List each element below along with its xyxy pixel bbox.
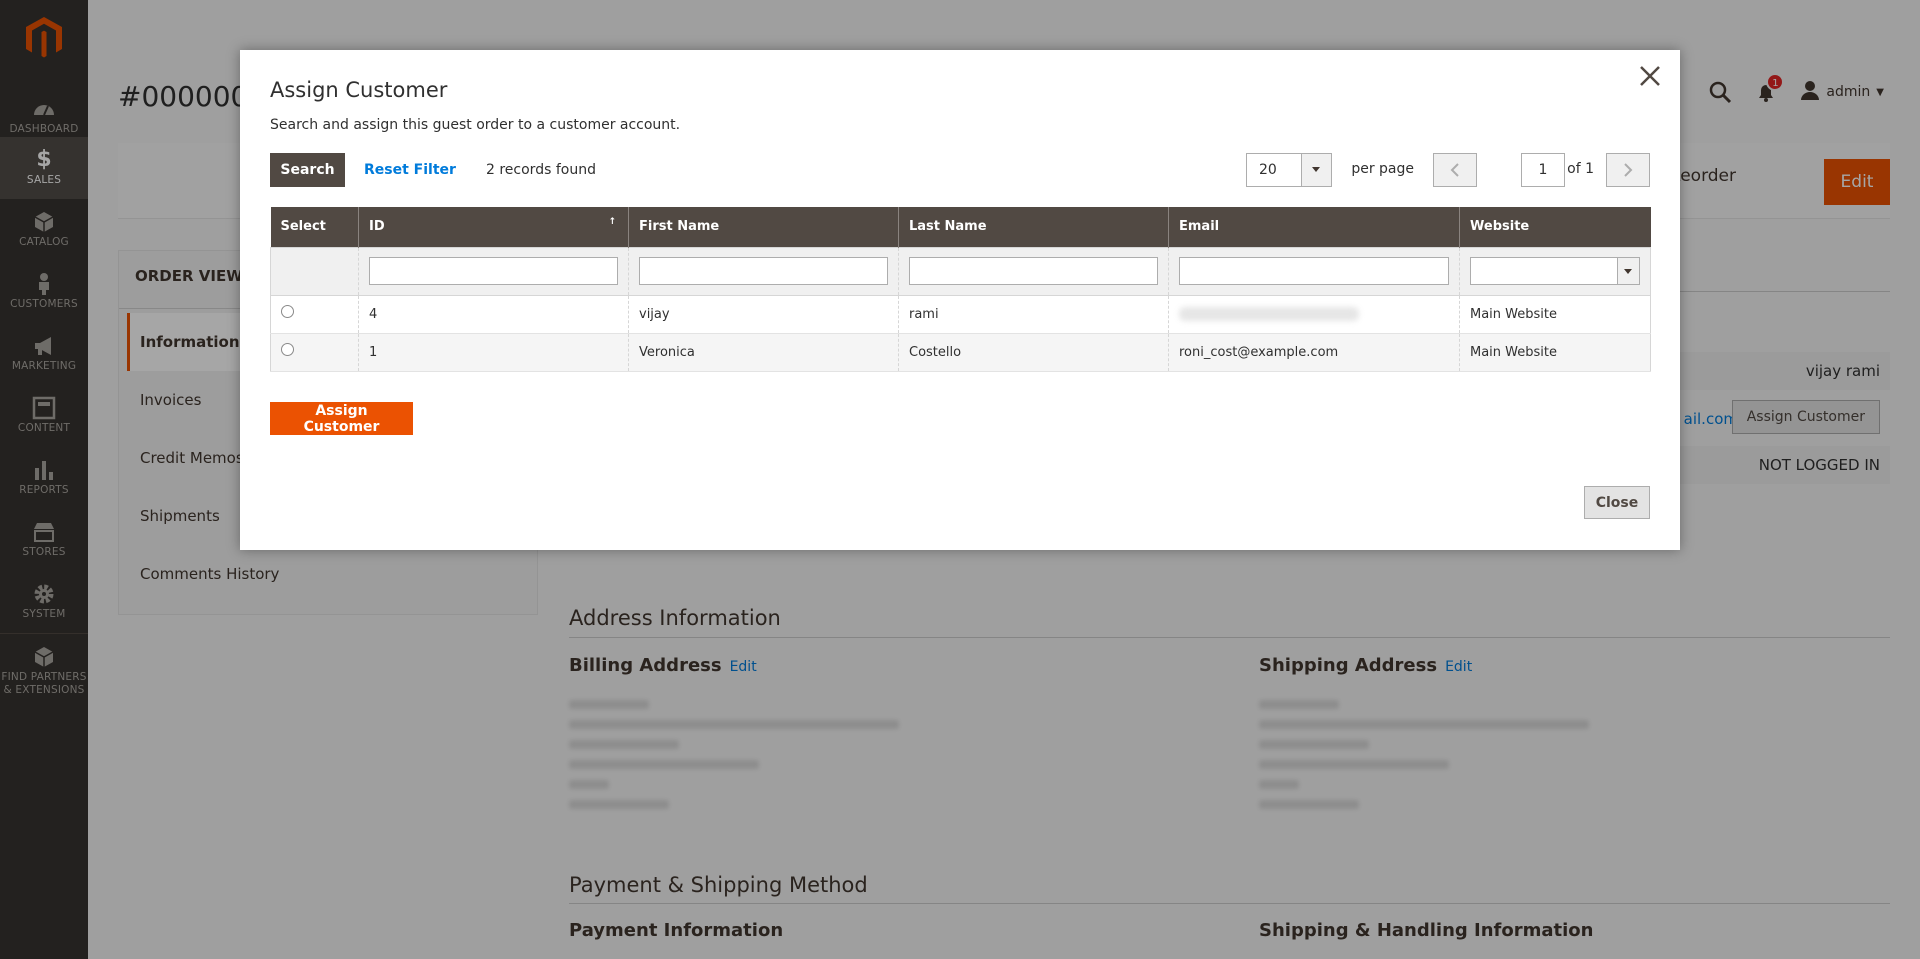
column-header-first-name[interactable]: First Name	[628, 207, 899, 247]
last-name-cell: rami	[898, 295, 1169, 334]
next-page-button[interactable]	[1606, 153, 1650, 187]
website-cell: Main Website	[1459, 333, 1651, 372]
modal-title: Assign Customer	[270, 78, 448, 102]
filter-first-name-input[interactable]	[639, 257, 888, 285]
column-header-id[interactable]: ID ↑	[358, 207, 629, 247]
page-number-input[interactable]: 1	[1521, 153, 1565, 187]
column-header-website[interactable]: Website	[1459, 207, 1651, 247]
id-cell: 4	[358, 295, 629, 334]
records-found-count: 2 records found	[486, 162, 596, 178]
grid-filter-row	[270, 247, 1651, 296]
filter-cell	[1168, 247, 1460, 296]
search-button[interactable]: Search	[270, 153, 345, 187]
filter-id-input[interactable]	[369, 257, 618, 285]
website-cell: Main Website	[1459, 295, 1651, 334]
customers-grid: Select ID ↑ First Name Last Name Email We…	[270, 207, 1651, 372]
per-page-select[interactable]: 20	[1246, 153, 1332, 187]
redacted-email	[1179, 307, 1359, 321]
reset-filter-link[interactable]: Reset Filter	[364, 162, 456, 178]
close-icon[interactable]	[1632, 58, 1668, 94]
column-header-id-label: ID	[369, 219, 385, 235]
select-customer-radio[interactable]	[281, 342, 294, 356]
close-button[interactable]: Close	[1584, 486, 1650, 519]
column-header-select: Select	[270, 207, 359, 247]
filter-last-name-input[interactable]	[909, 257, 1158, 285]
column-header-last-name[interactable]: Last Name	[898, 207, 1169, 247]
filter-cell	[358, 247, 629, 296]
filter-cell	[1459, 247, 1651, 296]
filter-cell	[628, 247, 899, 296]
table-row[interactable]: 4 vijay rami Main Website	[270, 295, 1651, 334]
sort-ascending-icon: ↑	[608, 217, 616, 227]
first-name-cell: Veronica	[628, 333, 899, 372]
email-cell: roni_cost@example.com	[1168, 333, 1460, 372]
assign-customer-button[interactable]: Assign Customer	[270, 402, 413, 435]
filter-cell	[898, 247, 1169, 296]
id-cell: 1	[358, 333, 629, 372]
per-page-value: 20	[1259, 162, 1277, 178]
select-cell	[270, 333, 359, 372]
previous-page-button[interactable]	[1433, 153, 1477, 187]
page-total: of 1	[1567, 161, 1594, 177]
filter-website-select[interactable]	[1470, 257, 1640, 285]
filter-email-input[interactable]	[1179, 257, 1449, 285]
select-cell	[270, 295, 359, 334]
grid-header-row: Select ID ↑ First Name Last Name Email We…	[270, 207, 1651, 247]
assign-customer-modal: Assign Customer Search and assign this g…	[240, 50, 1680, 550]
grid-pager: 20 per page 1 of 1	[1230, 153, 1650, 187]
modal-subtitle: Search and assign this guest order to a …	[270, 117, 681, 133]
per-page-label: per page	[1351, 161, 1414, 177]
chevron-down-icon[interactable]	[1301, 154, 1331, 186]
chevron-down-icon	[1617, 258, 1639, 284]
filter-cell-empty	[270, 247, 359, 296]
column-header-email[interactable]: Email	[1168, 207, 1460, 247]
last-name-cell: Costello	[898, 333, 1169, 372]
select-customer-radio[interactable]	[281, 304, 294, 318]
table-row[interactable]: 1 Veronica Costello roni_cost@example.co…	[270, 333, 1651, 372]
email-cell	[1168, 295, 1460, 334]
first-name-cell: vijay	[628, 295, 899, 334]
